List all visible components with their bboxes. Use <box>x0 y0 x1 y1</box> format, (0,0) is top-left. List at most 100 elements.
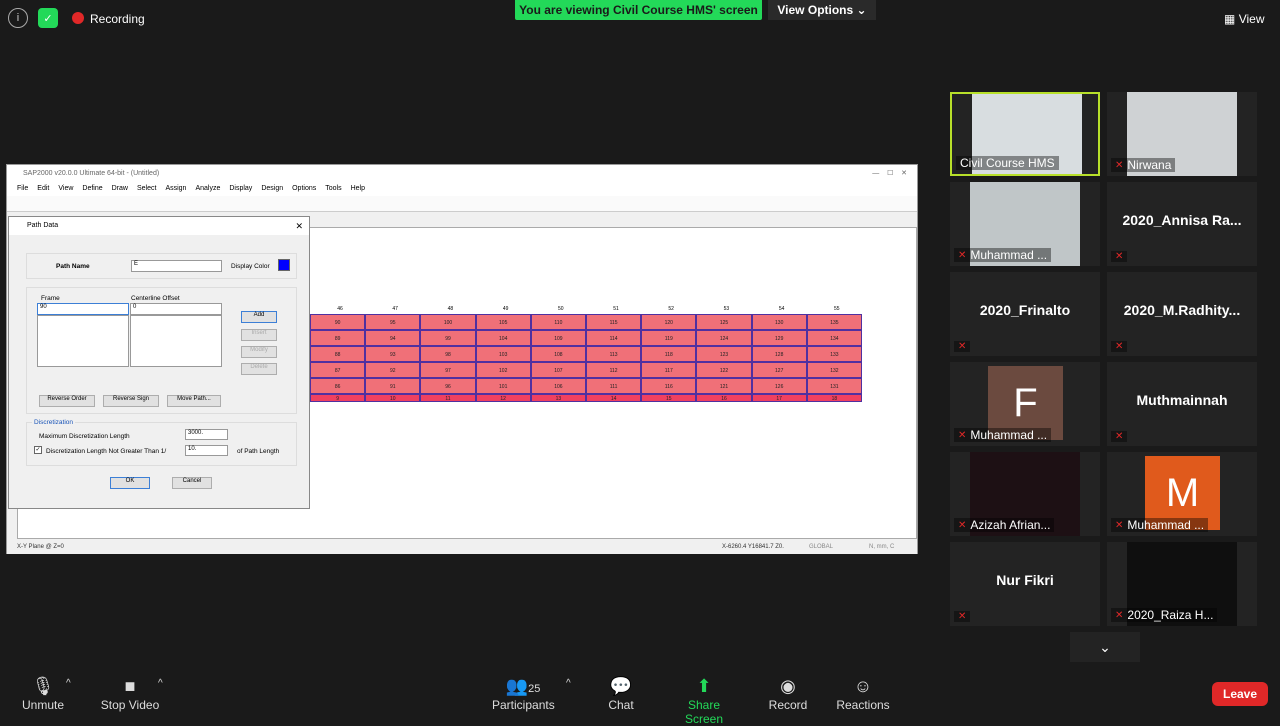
frame-cell[interactable]: 135 <box>806 314 862 330</box>
add-button[interactable]: Add <box>241 311 277 323</box>
participant-tile[interactable]: ✕ Azizah Afrian... <box>950 452 1100 536</box>
frame-cell[interactable]: 102 <box>475 362 531 378</box>
menu-item-analyze[interactable]: Analyze <box>195 182 220 196</box>
frame-input[interactable]: 90 <box>37 303 129 315</box>
frame-cell[interactable]: 132 <box>806 362 862 378</box>
frame-cell[interactable]: 113 <box>586 346 642 362</box>
menu-item-help[interactable]: Help <box>351 182 365 196</box>
offset-input[interactable]: 0 <box>130 303 222 315</box>
frame-cell[interactable]: 12 <box>475 394 531 402</box>
frame-cell[interactable]: 109 <box>530 330 586 346</box>
participant-tile[interactable]: Nur Fikri ✕ <box>950 542 1100 626</box>
frame-cell[interactable]: 91 <box>365 378 421 394</box>
participant-tile[interactable]: ✕ Muhammad ... <box>950 182 1100 266</box>
shield-icon[interactable]: ✓ <box>38 8 58 28</box>
frame-cell[interactable]: 120 <box>641 314 697 330</box>
reverse-sign-button[interactable]: Reverse Sign <box>103 395 159 407</box>
menu-item-file[interactable]: File <box>17 182 28 196</box>
participant-tile[interactable]: Civil Course HMS <box>950 92 1100 176</box>
menu-item-tools[interactable]: Tools <box>325 182 341 196</box>
menu-item-assign[interactable]: Assign <box>165 182 186 196</box>
menu-item-view[interactable]: View <box>58 182 73 196</box>
view-options-button[interactable]: View Options ⌄ <box>768 0 876 20</box>
frame-cell[interactable]: 117 <box>641 362 697 378</box>
menu-item-draw[interactable]: Draw <box>112 182 128 196</box>
frame-cell[interactable]: 18 <box>806 394 862 402</box>
frame-cell[interactable]: 11 <box>420 394 476 402</box>
frame-cell[interactable]: 131 <box>806 378 862 394</box>
frame-cell[interactable]: 121 <box>696 378 752 394</box>
frame-cell[interactable]: 122 <box>696 362 752 378</box>
frame-cell[interactable]: 115 <box>586 314 642 330</box>
frame-cell[interactable]: 125 <box>696 314 752 330</box>
frame-cell[interactable]: 112 <box>586 362 642 378</box>
frame-cell[interactable]: 90 <box>310 314 366 330</box>
frame-cell[interactable]: 103 <box>475 346 531 362</box>
participant-tile[interactable]: F ✕ Muhammad ... <box>950 362 1100 446</box>
frame-cell[interactable]: 133 <box>806 346 862 362</box>
frame-cell[interactable]: 10 <box>365 394 421 402</box>
ok-button[interactable]: OK <box>110 477 150 489</box>
frame-cell[interactable]: 88 <box>310 346 366 362</box>
participant-tile[interactable]: ✕ 2020_Raiza H... <box>1107 542 1257 626</box>
offset-list[interactable] <box>130 315 222 367</box>
participant-tile[interactable]: 2020_M.Radhity... ✕ <box>1107 272 1257 356</box>
frame-cell[interactable]: 13 <box>530 394 586 402</box>
leave-button[interactable]: Leave <box>1212 682 1268 706</box>
frame-cell[interactable]: 100 <box>420 314 476 330</box>
frame-cell[interactable]: 118 <box>641 346 697 362</box>
cancel-button[interactable]: Cancel <box>172 477 212 489</box>
frame-cell[interactable]: 126 <box>751 378 807 394</box>
view-button[interactable]: ▦ View <box>1224 12 1264 26</box>
frame-cell[interactable]: 110 <box>530 314 586 330</box>
stop-video-button[interactable]: ■ Stop Video <box>100 674 160 712</box>
window-controls[interactable]: — ☐ ✕ <box>872 165 907 182</box>
menu-item-select[interactable]: Select <box>137 182 156 196</box>
share-screen-button[interactable]: ⬆ Share Screen <box>670 674 738 726</box>
frame-cell[interactable]: 94 <box>365 330 421 346</box>
path-name-input[interactable]: E <box>131 260 222 272</box>
participant-tile[interactable]: 2020_Annisa Ra... ✕ <box>1107 182 1257 266</box>
reverse-order-button[interactable]: Reverse Order <box>39 395 95 407</box>
move-path-button[interactable]: Move Path... <box>167 395 221 407</box>
frame-cell[interactable]: 16 <box>696 394 752 402</box>
frame-cell[interactable]: 108 <box>530 346 586 362</box>
frame-cell[interactable]: 101 <box>475 378 531 394</box>
display-color-swatch[interactable] <box>278 259 290 271</box>
max-disc-input[interactable]: 3000. <box>185 429 228 440</box>
participant-tile[interactable]: Muthmainnah ✕ <box>1107 362 1257 446</box>
sap-toolbar[interactable] <box>7 196 917 212</box>
frame-cell[interactable]: 114 <box>586 330 642 346</box>
disc-checkbox[interactable]: ✓ <box>34 446 42 454</box>
frame-list[interactable] <box>37 315 129 367</box>
info-icon[interactable]: i <box>8 8 28 28</box>
disc-not-greater-input[interactable]: 10. <box>185 445 228 456</box>
delete-button[interactable]: Delete <box>241 363 277 375</box>
frame-cell[interactable]: 95 <box>365 314 421 330</box>
frame-cell[interactable]: 15 <box>641 394 697 402</box>
chevron-up-icon[interactable]: ^ <box>66 678 71 689</box>
frame-cell[interactable]: 97 <box>420 362 476 378</box>
status-units[interactable]: N, mm, C <box>869 541 894 554</box>
frame-cell[interactable]: 111 <box>586 378 642 394</box>
frame-cell[interactable]: 104 <box>475 330 531 346</box>
participant-tile[interactable]: 2020_Frinalto ✕ <box>950 272 1100 356</box>
frame-cell[interactable]: 96 <box>420 378 476 394</box>
modify-button[interactable]: Modify <box>241 346 277 358</box>
chevron-up-icon[interactable]: ^ <box>566 678 571 689</box>
menu-item-edit[interactable]: Edit <box>37 182 49 196</box>
participant-tile[interactable]: M ✕ Muhammad ... <box>1107 452 1257 536</box>
frame-cell[interactable]: 128 <box>751 346 807 362</box>
frame-cell[interactable]: 127 <box>751 362 807 378</box>
frame-cell[interactable]: 92 <box>365 362 421 378</box>
frame-cell[interactable]: 123 <box>696 346 752 362</box>
frame-cell[interactable]: 107 <box>530 362 586 378</box>
frame-cell[interactable]: 130 <box>751 314 807 330</box>
insert-button[interactable]: Insert <box>241 329 277 341</box>
participants-button[interactable]: 👥25 Participants <box>492 674 555 712</box>
frame-cell[interactable]: 89 <box>310 330 366 346</box>
chat-button[interactable]: 💬 Chat <box>606 674 636 712</box>
chevron-down-icon[interactable]: ⌄ <box>1070 632 1140 662</box>
frame-cell[interactable]: 9 <box>310 394 366 402</box>
close-icon[interactable]: ✕ <box>295 217 303 235</box>
